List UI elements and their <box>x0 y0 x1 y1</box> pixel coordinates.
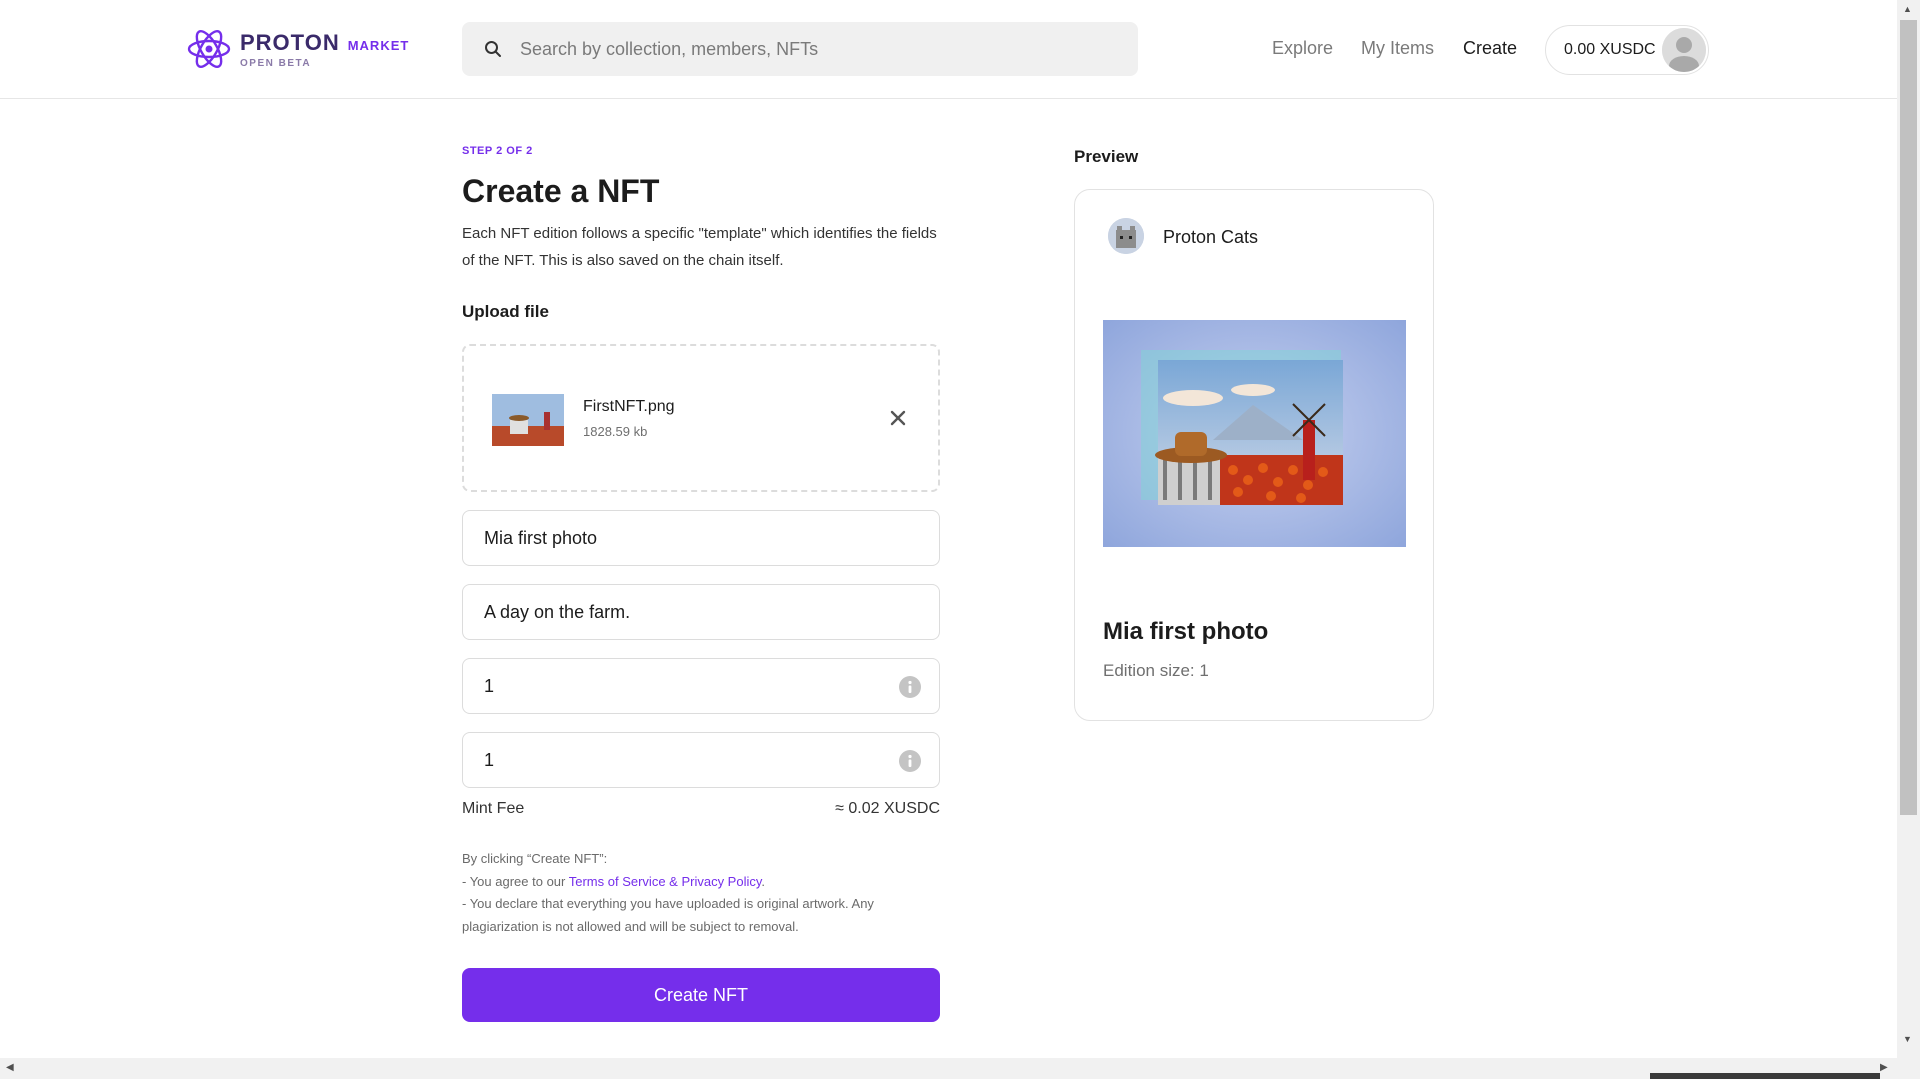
scroll-right-icon[interactable]: ▶ <box>1880 1062 1888 1073</box>
terms-line1-prefix: - You agree to our <box>462 873 569 889</box>
nft-description-input[interactable] <box>482 600 866 624</box>
nft-name-field <box>462 510 940 566</box>
vertical-scrollbar[interactable]: ▲ ▼ <box>1897 0 1920 1058</box>
nft-name-input[interactable] <box>482 526 866 550</box>
scroll-up-icon[interactable]: ▲ <box>1903 4 1912 14</box>
collection-avatar <box>1108 218 1144 254</box>
preview-heading: Preview <box>1074 147 1139 166</box>
collection-name: Proton Cats <box>1163 227 1259 247</box>
mint-fee-value: ≈ 0.02 XUSDC <box>835 800 940 817</box>
upload-file-label: Upload file <box>462 302 549 321</box>
page-title: Create a NFT <box>462 173 660 209</box>
user-avatar[interactable] <box>1662 28 1706 72</box>
terms-intro: By clicking “Create NFT”: <box>462 851 608 866</box>
preview-nft-title: Mia first photo <box>1103 618 1269 645</box>
create-nft-form: STEP 2 OF 2 Create a NFT Each NFT editio… <box>462 145 940 1022</box>
wallet-button[interactable]: 0.00 XUSDC <box>1545 25 1709 75</box>
preview-edition-size: Edition size: 1 <box>1103 661 1209 680</box>
search-icon <box>485 41 501 57</box>
file-name: FirstNFT.png <box>583 398 675 415</box>
top-navbar: PROTON MARKET OPEN BETA Explore My Items… <box>0 0 1897 99</box>
edition-size-input[interactable] <box>482 748 866 772</box>
file-upload-dropzone[interactable]: FirstNFT.png 1828.59 kb <box>462 344 940 492</box>
proton-market-logo[interactable]: PROTON MARKET OPEN BETA <box>186 24 409 74</box>
royalties-input[interactable] <box>482 674 866 698</box>
terms-privacy-link[interactable]: Terms of Service & Privacy Policy <box>569 874 762 889</box>
horizontal-scrollbar[interactable]: ◀ ▶ <box>0 1058 1920 1079</box>
logo-market-label: MARKET <box>347 37 410 53</box>
user-avatar-icon <box>1662 28 1706 72</box>
info-icon[interactable] <box>899 676 921 698</box>
nav-create[interactable]: Create <box>1463 38 1517 59</box>
scroll-down-icon[interactable]: ▼ <box>1903 1034 1912 1044</box>
logo-word: PROTON <box>240 29 340 55</box>
horizontal-scrollbar-thumb[interactable] <box>1650 1073 1880 1079</box>
search-bar <box>462 22 1138 76</box>
royalties-field <box>462 658 940 714</box>
nft-preview-image <box>1103 320 1406 547</box>
step-indicator: STEP 2 OF 2 <box>462 145 533 157</box>
mint-fee-label: Mint Fee <box>462 800 525 817</box>
open-beta-label: OPEN BETA <box>240 57 312 69</box>
nav-explore[interactable]: Explore <box>1272 38 1333 59</box>
terms-line2: - You declare that everything you have u… <box>462 896 874 934</box>
scroll-left-icon[interactable]: ◀ <box>6 1062 14 1073</box>
nav-my-items[interactable]: My Items <box>1361 38 1434 59</box>
nft-description-field <box>462 584 940 640</box>
atom-logo-icon <box>187 30 231 68</box>
terms-notice: By clicking “Create NFT”: - You agree to… <box>462 848 940 938</box>
file-thumbnail <box>492 394 564 446</box>
terms-line1-suffix: . <box>761 873 766 889</box>
info-icon[interactable] <box>899 750 921 772</box>
close-icon[interactable] <box>886 406 910 430</box>
create-nft-button[interactable]: Create NFT <box>462 968 940 1022</box>
page-description: Each NFT edition follows a specific "tem… <box>462 225 937 269</box>
nft-preview-card: Proton Cats Mia first photo Edition size… <box>1074 189 1434 721</box>
wallet-balance: 0.00 XUSDC <box>1564 41 1656 58</box>
edition-size-field <box>462 732 940 788</box>
mint-fee-row: Mint Fee ≈ 0.02 XUSDC <box>462 800 940 818</box>
file-size: 1828.59 kb <box>583 424 648 439</box>
search-input[interactable] <box>518 37 1122 61</box>
vertical-scrollbar-thumb[interactable] <box>1900 20 1917 815</box>
